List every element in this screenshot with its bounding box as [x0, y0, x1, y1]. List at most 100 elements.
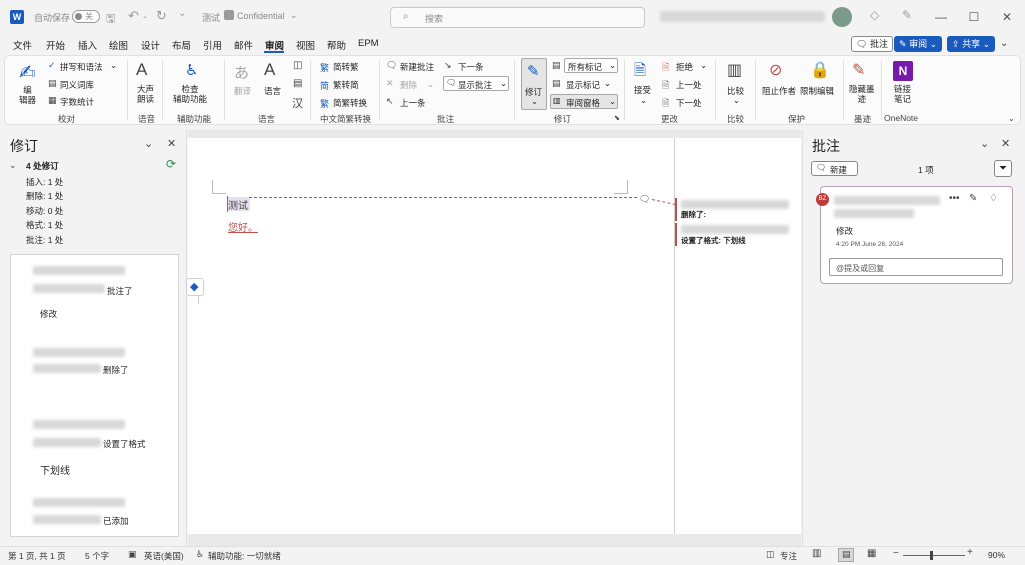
restrict-editing-icon[interactable]: 🔒 [810, 60, 830, 80]
convert-button[interactable]: 简繁转换 [333, 97, 367, 109]
search-box[interactable]: ⌕ 搜索 [390, 7, 645, 28]
accessibility-icon[interactable]: ♿ [196, 549, 204, 560]
language-status[interactable]: 英语(美国) [144, 550, 184, 562]
linked-notes-button[interactable]: 链接 笔记 [894, 84, 911, 104]
zoom-level[interactable]: 90% [988, 550, 1005, 560]
close-pane-icon[interactable]: ✕ [167, 137, 176, 150]
check-accessibility-icon[interactable]: ♿ [185, 61, 198, 79]
page-count[interactable]: 第 1 页, 共 1 页 [8, 550, 66, 562]
diamond-icon[interactable]: ◇ [870, 8, 879, 22]
avatar[interactable] [832, 7, 852, 27]
focus-button[interactable]: 专注 [780, 550, 797, 562]
delete-comment-button[interactable]: 删除 [400, 79, 417, 91]
list-item[interactable]: 批注了 [107, 285, 133, 297]
balloon-formatting[interactable]: 设置了格式: 下划线 [681, 235, 746, 246]
word-count[interactable]: 5 个字 [85, 550, 109, 562]
hide-ink-button[interactable]: 隐藏墨 迹 [849, 84, 875, 104]
redo-icon[interactable]: ↻ [156, 8, 167, 24]
like-icon[interactable]: ♢ [989, 193, 998, 204]
to-traditional-button[interactable]: 简转繁 [333, 61, 359, 73]
maximize-button[interactable]: ☐ [966, 9, 982, 25]
edit-icon[interactable]: ✎ [969, 193, 977, 204]
reject-button[interactable]: 拒绝 [676, 61, 693, 73]
show-markup-dropdown-icon[interactable]: ⌄ [604, 78, 611, 89]
show-comments-button[interactable]: 🗨 显示批注 ⌄ [443, 76, 509, 91]
new-comment-pane-button[interactable]: 🗨 新建 [811, 161, 858, 176]
block-authors-icon[interactable]: ⊘ [769, 60, 782, 80]
read-mode-icon[interactable]: ▥ [812, 548, 821, 559]
accept-icon[interactable]: 🗎 [634, 60, 646, 85]
editor-icon[interactable]: ✍ [19, 60, 36, 85]
ribbon-collapse-icon[interactable]: ⌄ [1008, 114, 1015, 123]
collapse-summary-icon[interactable]: ⌄ [9, 160, 17, 171]
wordcount-button[interactable]: 字数统计 [60, 96, 94, 108]
share-button[interactable]: ⇪ 共享 ⌄ [947, 36, 996, 52]
prev-change-button[interactable]: 上一处 [676, 79, 702, 91]
tab-file[interactable]: 文件 [13, 38, 32, 52]
review-pane-button[interactable]: ▥ 审阅窗格 ⌄ [550, 94, 618, 109]
block-authors-button[interactable]: 阻止作者 [762, 85, 796, 97]
tab-view[interactable]: 视图 [296, 38, 315, 52]
thesaurus-button[interactable]: 同义词库 [60, 79, 94, 91]
close-pane-icon[interactable]: ✕ [1001, 137, 1010, 150]
next-comment-button[interactable]: 下一条 [458, 61, 484, 73]
editor-button[interactable]: 编 辑器 [19, 85, 36, 105]
review-mode-button[interactable]: ✎ 审阅 ⌄ [894, 36, 943, 52]
print-layout-button[interactable]: ▤ [838, 548, 854, 562]
onenote-icon[interactable]: N [893, 61, 913, 81]
tab-help[interactable]: 帮助 [327, 38, 346, 52]
sensitivity-dropdown-icon[interactable]: ⌄ [290, 10, 298, 21]
next-change-button[interactable]: 下一处 [676, 97, 702, 109]
list-item[interactable]: 已添加 [103, 515, 129, 527]
tab-home[interactable]: 开始 [46, 38, 65, 52]
cn-icon-2[interactable]: ▤ [293, 78, 302, 89]
collapse-ribbon-icon[interactable]: ⌄ [1000, 38, 1008, 49]
track-changes-button[interactable]: ✎ 修订 ⌄ [521, 58, 547, 110]
tab-layout[interactable]: 布局 [172, 38, 191, 52]
restrict-editing-button[interactable]: 限制编辑 [800, 85, 834, 97]
tab-references[interactable]: 引用 [203, 38, 222, 52]
chevron-down-icon[interactable]: ⌄ [980, 137, 989, 150]
reply-input[interactable]: @提及或回复 [829, 258, 1003, 276]
list-item[interactable]: 设置了格式 [103, 438, 146, 450]
web-layout-icon[interactable]: ▦ [867, 548, 876, 559]
compare-dropdown-icon[interactable]: ⌄ [733, 95, 740, 106]
proofing-icon[interactable]: ▣ [128, 549, 137, 560]
translate-icon[interactable]: あ [234, 62, 249, 83]
new-comment-button[interactable]: 新建批注 [400, 61, 434, 73]
close-button[interactable]: ✕ [999, 9, 1015, 25]
more-options-icon[interactable]: ••• [949, 193, 960, 204]
accessibility-status[interactable]: 辅助功能: 一切就绪 [208, 550, 281, 562]
undo-icon[interactable]: ↶ [128, 8, 139, 24]
cn-icon-3[interactable]: 汉 [292, 95, 303, 111]
list-item[interactable]: 删除了 [103, 364, 129, 376]
sensitivity-label[interactable]: Confidential [237, 11, 285, 21]
refresh-icon[interactable]: ⟳ [166, 157, 176, 171]
comment-anchor-icon[interactable]: 🗨 [639, 194, 650, 205]
translate-button[interactable]: 翻译 [234, 85, 251, 97]
chevron-down-icon[interactable]: ⌄ [144, 137, 153, 150]
read-aloud-icon[interactable]: A [136, 60, 147, 80]
read-aloud-button[interactable]: 大声 朗读 [137, 84, 154, 104]
zoom-in-icon[interactable]: + [967, 547, 973, 558]
comments-button[interactable]: 🗨 批注 [851, 36, 893, 52]
balloon-deletion[interactable]: 删除了: [681, 209, 706, 220]
accept-dropdown-icon[interactable]: ⌄ [640, 95, 647, 106]
delete-dropdown-icon[interactable]: ⌄ [427, 79, 434, 90]
all-markup-select[interactable]: 所有标记 ⌄ [564, 58, 618, 73]
tab-mailings[interactable]: 邮件 [234, 38, 253, 52]
tracking-options-icon[interactable]: ⬊ [614, 114, 620, 122]
spelling-button[interactable]: 拼写和语法 [60, 61, 103, 73]
spelling-dropdown-icon[interactable]: ⌄ [110, 60, 117, 71]
customize-qat-icon[interactable]: ⌄ [178, 8, 186, 19]
tab-review[interactable]: 审阅 [265, 38, 284, 52]
tab-epm[interactable]: EPM [358, 38, 379, 49]
zoom-out-icon[interactable]: − [893, 548, 899, 559]
document-line-1[interactable]: 测试 [228, 197, 248, 212]
language-icon[interactable]: A [264, 60, 275, 80]
check-accessibility-button[interactable]: 检查 辅助功能 [173, 84, 207, 104]
document-line-2[interactable]: 您好。 [228, 219, 258, 234]
autosave-toggle[interactable]: 关 [72, 10, 100, 23]
tab-insert[interactable]: 插入 [78, 38, 97, 52]
tab-draw[interactable]: 绘图 [109, 38, 128, 52]
